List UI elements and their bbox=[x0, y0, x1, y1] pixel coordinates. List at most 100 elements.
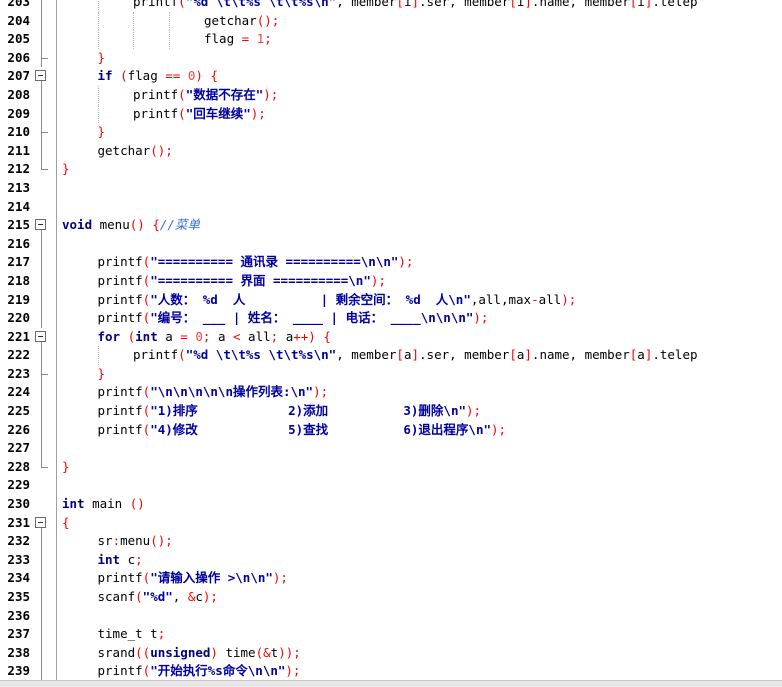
code-line[interactable]: 208 printf("数据不存在"); bbox=[0, 85, 782, 105]
code-token: ( bbox=[135, 589, 143, 604]
code-line[interactable]: 210} bbox=[0, 123, 782, 142]
indent-guide bbox=[133, 30, 134, 49]
code-token: printf bbox=[97, 570, 143, 586]
code-token: a bbox=[157, 328, 181, 344]
code-line[interactable]: 223} bbox=[0, 364, 782, 384]
code-line[interactable]: 228} bbox=[0, 457, 782, 477]
line-number: 209 bbox=[7, 105, 30, 121]
code-line[interactable]: 225 printf("1)排序 2)添加 3)删除\n"); bbox=[0, 402, 782, 421]
indent-guide bbox=[168, 11, 170, 31]
code-line[interactable]: 207 if (flag == 0) { bbox=[0, 67, 782, 86]
code-token: unsigned bbox=[150, 644, 211, 660]
code-line[interactable]: 215 void menu() {//菜单 bbox=[0, 216, 782, 235]
code-token: ); bbox=[263, 86, 279, 102]
fold-guide bbox=[35, 588, 49, 607]
code-token: } bbox=[62, 458, 70, 474]
fold-guide bbox=[35, 198, 49, 217]
code-line[interactable]: 236 bbox=[0, 606, 782, 626]
code-text: int c; bbox=[98, 551, 143, 570]
code-line[interactable]: 218 printf("========== 界面 ==========\n"); bbox=[0, 271, 782, 291]
code-line[interactable]: 216 bbox=[0, 234, 782, 254]
line-number: 218 bbox=[7, 272, 30, 288]
code-line[interactable]: 203 printf("%d \t\t%s \t\t%s\n", member[i… bbox=[0, 0, 782, 12]
code-line[interactable]: 221 for (int a = 0; a < all; a++) { bbox=[0, 328, 782, 347]
code-line[interactable]: 222 printf("%d \t\t%s \t\t%s\n", member[a… bbox=[0, 346, 782, 365]
fold-guide bbox=[35, 234, 49, 254]
code-token: ; bbox=[135, 551, 143, 567]
code-token: ); bbox=[561, 291, 577, 307]
code-token: printf bbox=[97, 254, 143, 270]
code-line[interactable]: 219 printf("人数： %d 人 | 剩余空间： %d 人\n",all,… bbox=[0, 290, 782, 310]
code-line[interactable]: 217 printf("========== 通讯录 ==========\n\n… bbox=[0, 253, 782, 272]
fold-guide bbox=[35, 364, 49, 384]
fold-toggle-icon[interactable] bbox=[35, 216, 49, 235]
code-text: printf("1)排序 2)添加 3)删除\n"); bbox=[98, 402, 482, 421]
code-token: [ bbox=[396, 0, 404, 9]
code-token: } bbox=[97, 124, 106, 140]
code-token: () bbox=[129, 496, 145, 512]
code-line[interactable]: 238 srand((unsigned) time(&t)); bbox=[0, 643, 782, 663]
code-text: } bbox=[62, 160, 70, 179]
fold-toggle-icon[interactable] bbox=[35, 514, 49, 533]
code-line[interactable]: 239 printf("开始执行%s命令\n\n"); bbox=[0, 662, 782, 681]
code-token: ,all,max bbox=[470, 291, 532, 307]
code-line[interactable]: 237 time_t t; bbox=[0, 625, 782, 644]
line-number: 230 bbox=[7, 496, 30, 512]
fold-guide bbox=[35, 402, 49, 421]
code-text: printf("========== 通讯录 ==========\n\n"); bbox=[98, 253, 414, 272]
code-text: printf("回车继续"); bbox=[133, 105, 266, 124]
fold-guide bbox=[35, 383, 49, 403]
line-number: 237 bbox=[7, 626, 30, 642]
indent-guide bbox=[133, 11, 134, 31]
code-line[interactable]: 233 int c; bbox=[0, 550, 782, 570]
code-token: .telep bbox=[652, 0, 698, 9]
code-text: getchar(); bbox=[98, 142, 173, 161]
code-line[interactable]: 229 bbox=[0, 476, 782, 495]
code-line[interactable]: 204 getchar(); bbox=[0, 11, 782, 31]
code-text: sr:menu(); bbox=[98, 532, 173, 551]
code-token: .name, member bbox=[531, 347, 630, 363]
code-line[interactable]: 234 printf("请输入操作 >\n\n"); bbox=[0, 569, 782, 588]
code-token: ); bbox=[491, 421, 507, 437]
indent-guide bbox=[97, 0, 99, 12]
indent-guide bbox=[168, 30, 170, 49]
line-number: 239 bbox=[7, 663, 30, 679]
code-line[interactable]: 206} bbox=[0, 48, 782, 68]
fold-toggle-icon[interactable] bbox=[35, 67, 49, 86]
code-line[interactable]: 226 printf("4)修改 5)查找 6)退出程序\n"); bbox=[0, 420, 782, 440]
horizontal-scrollbar[interactable] bbox=[0, 680, 782, 687]
code-token: c bbox=[195, 589, 203, 604]
line-number: 227 bbox=[7, 440, 30, 456]
fold-guide bbox=[35, 160, 49, 179]
code-line[interactable]: 235 scanf("%d", &c); bbox=[0, 588, 782, 607]
fold-guide bbox=[35, 30, 49, 49]
code-token: getchar bbox=[97, 142, 151, 158]
code-text: printf("编号： ___ | 姓名： ____ | 电话： ____\n\… bbox=[98, 309, 489, 328]
code-line[interactable]: 205 flag = 1; bbox=[0, 30, 782, 49]
code-line[interactable]: 214 bbox=[0, 198, 782, 217]
code-line[interactable]: 211 getchar(); bbox=[0, 141, 782, 161]
code-editor[interactable]: 203 printf("%d \t\t%s \t\t%s\n", member[i… bbox=[0, 0, 782, 687]
fold-guide bbox=[35, 123, 49, 142]
code-text: } bbox=[98, 123, 106, 142]
code-token: main bbox=[84, 496, 130, 512]
code-line[interactable]: 209 printf("回车继续"); bbox=[0, 104, 782, 124]
code-line[interactable]: 213 bbox=[0, 179, 782, 198]
code-line[interactable]: 212} bbox=[0, 160, 782, 179]
code-line[interactable]: 227 bbox=[0, 439, 782, 458]
code-line[interactable]: 230 int main () bbox=[0, 495, 782, 514]
fold-guide bbox=[35, 346, 49, 365]
code-token: i bbox=[637, 0, 645, 9]
code-token: ] bbox=[524, 347, 532, 363]
code-token: c bbox=[120, 551, 136, 567]
code-line[interactable]: 224 printf("\n\n\n\n\n操作列表:\n"); bbox=[0, 383, 782, 403]
code-line[interactable]: 232 sr:menu(); bbox=[0, 532, 782, 551]
code-line[interactable]: 220 printf("编号： ___ | 姓名： ____ | 电话： ____… bbox=[0, 309, 782, 328]
fold-toggle-icon[interactable] bbox=[35, 328, 49, 347]
code-text: printf("========== 界面 ==========\n"); bbox=[98, 272, 386, 291]
code-line[interactable]: 231 { bbox=[0, 514, 782, 533]
code-token: ; bbox=[157, 626, 166, 642]
code-area[interactable]: 203 printf("%d \t\t%s \t\t%s\n", member[i… bbox=[0, 0, 782, 681]
